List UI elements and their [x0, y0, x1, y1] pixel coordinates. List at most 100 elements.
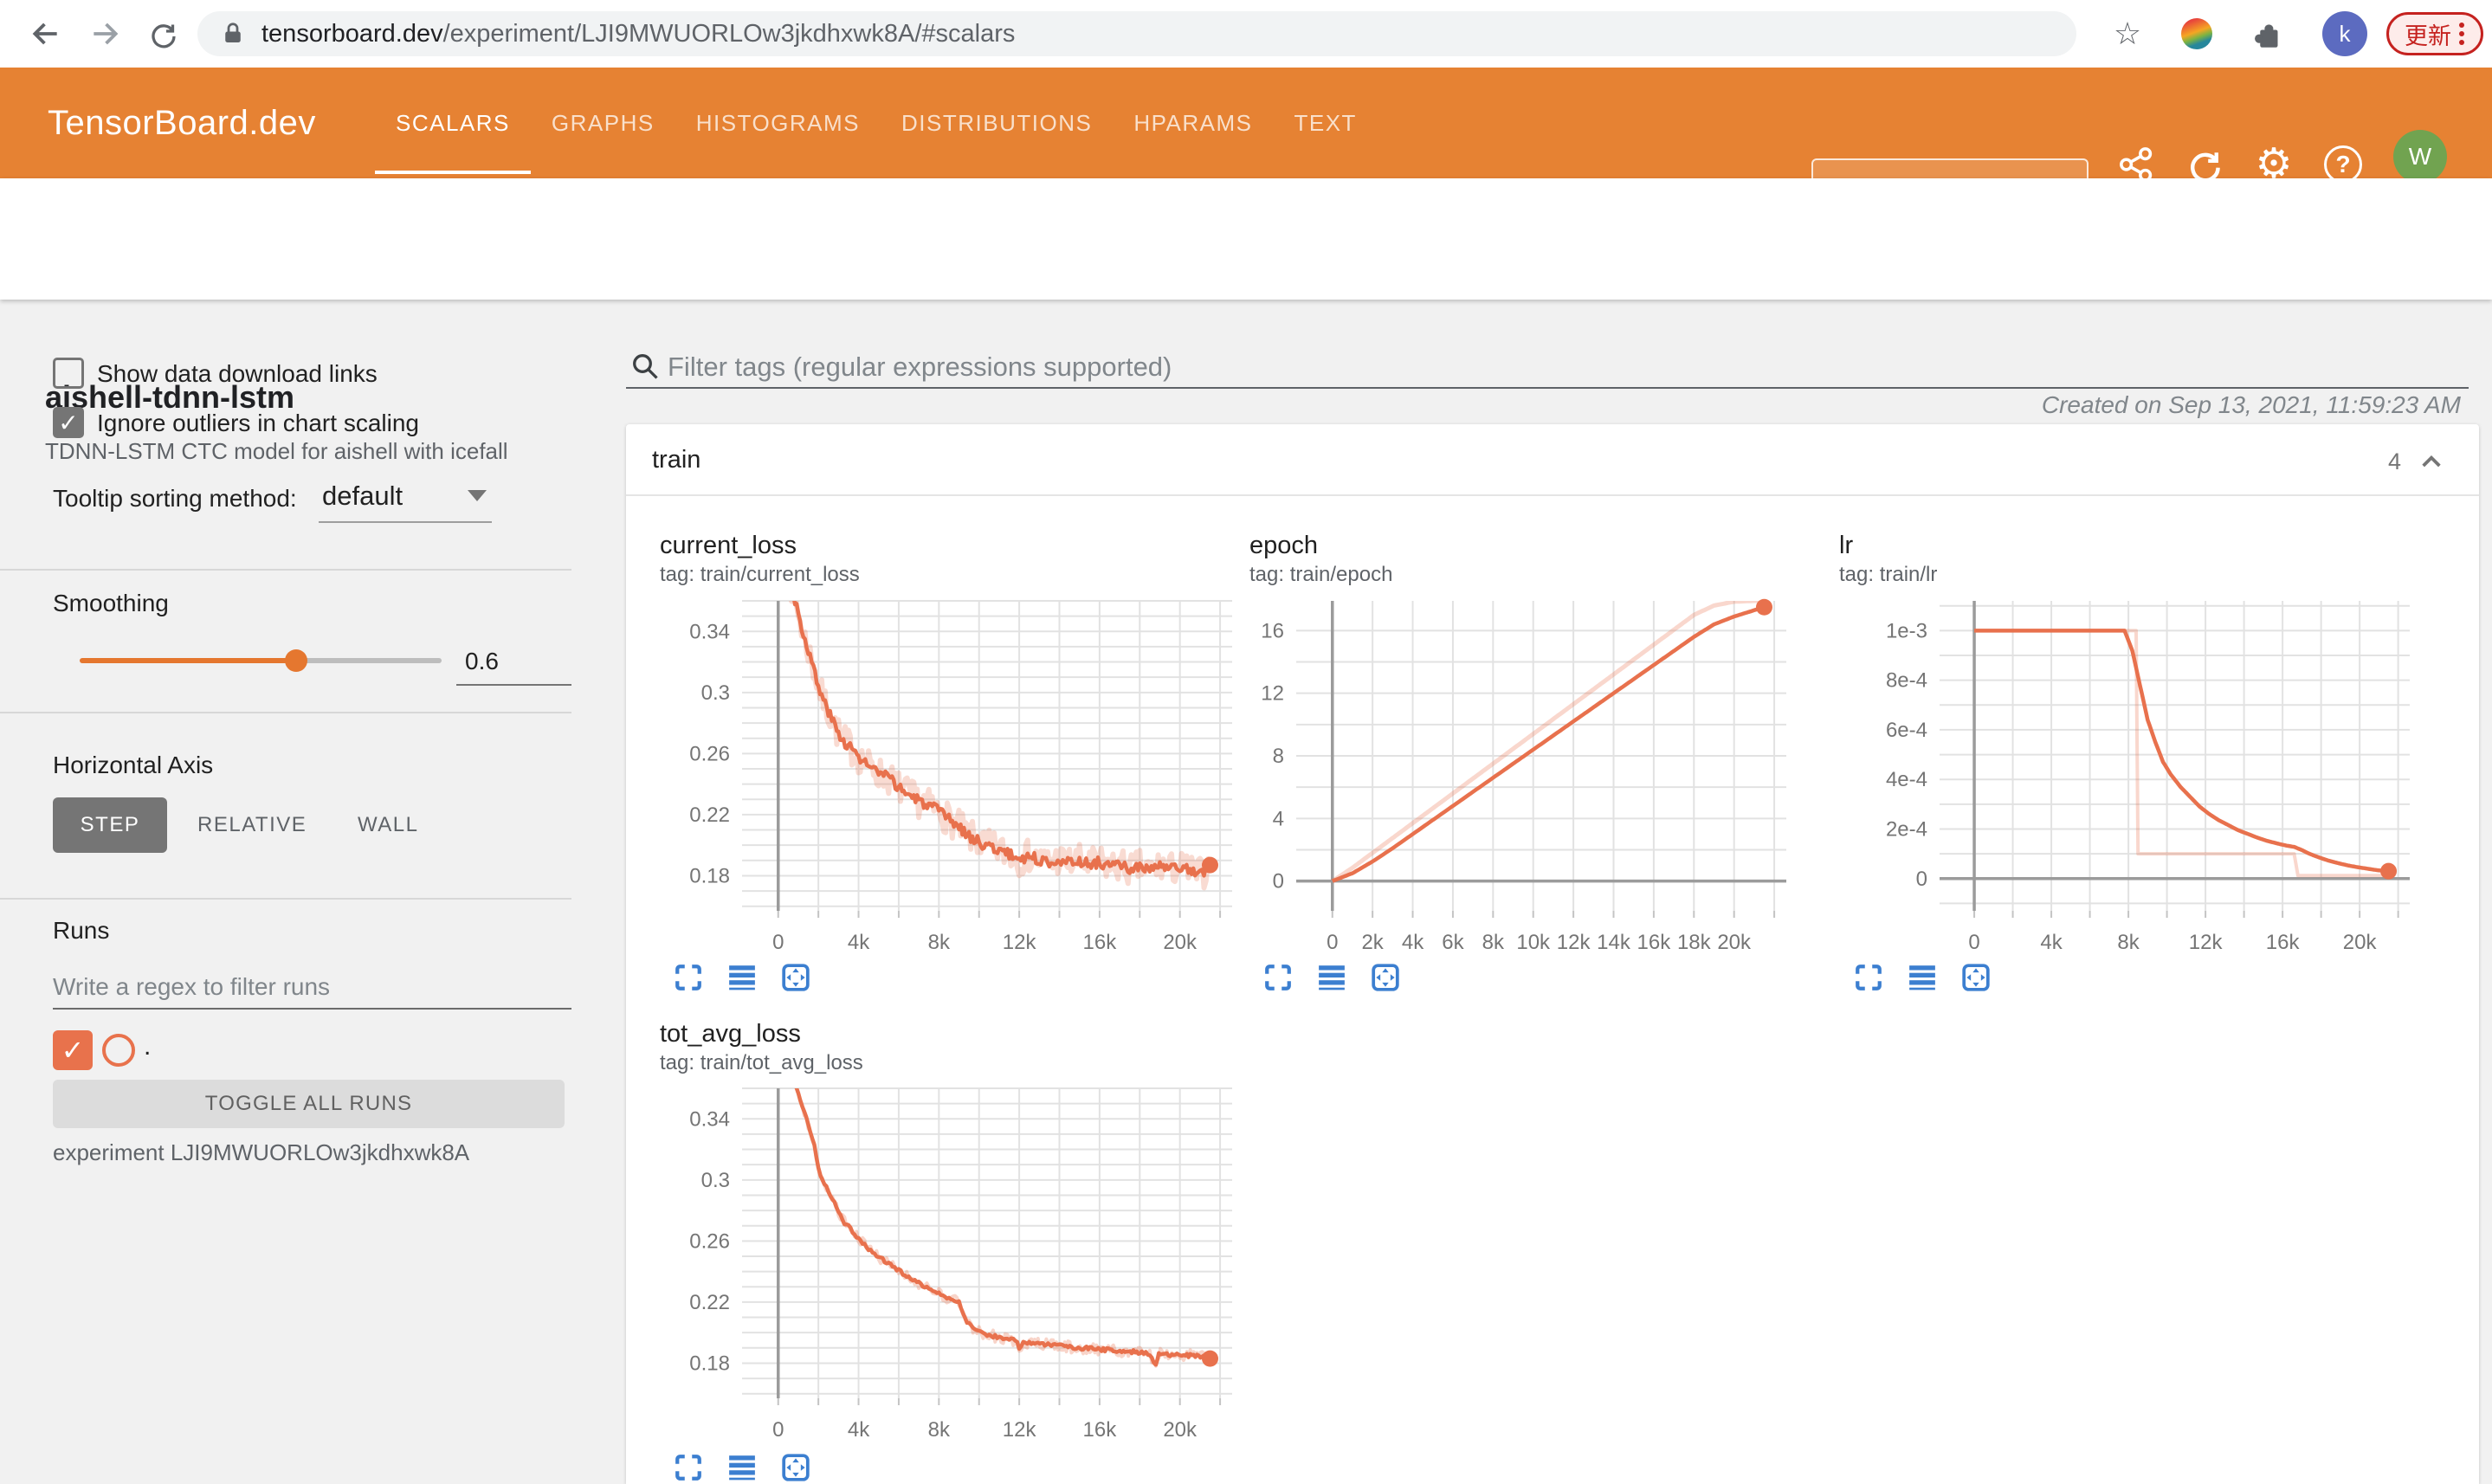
svg-text:0: 0: [1273, 870, 1284, 894]
extension-colorful-icon[interactable]: [2175, 12, 2218, 55]
svg-text:12k: 12k: [1557, 931, 1591, 954]
svg-text:20k: 20k: [1163, 1418, 1198, 1442]
tag-group-header[interactable]: [626, 424, 2479, 496]
fit-domain-icon[interactable]: [1961, 963, 1991, 992]
chart-toolbar: [674, 963, 810, 992]
tag-group-count: 4: [2388, 448, 2402, 474]
svg-text:0.3: 0.3: [701, 681, 730, 705]
runs-filter-underline: [53, 1008, 571, 1010]
tab-text[interactable]: TEXT: [1273, 68, 1377, 178]
axis-relative-button[interactable]: RELATIVE: [197, 797, 307, 853]
chart-title: tot_avg_loss: [660, 1020, 801, 1048]
expand-chart-icon[interactable]: [1854, 963, 1883, 992]
tab-graphs[interactable]: GRAPHS: [531, 68, 675, 178]
chart-epoch[interactable]: 0 4 8 12 16 0 2k 4k 6k 8k 10k 12k 14k 16k 18k 20k: [1210, 594, 1812, 959]
extensions-puzzle-icon[interactable]: [2244, 12, 2288, 55]
fit-domain-icon[interactable]: [781, 963, 810, 992]
bookmark-star-icon[interactable]: ☆: [2106, 12, 2149, 55]
data-lines-icon[interactable]: [727, 1453, 757, 1482]
smoothing-label: Smoothing: [53, 590, 169, 616]
kebab-menu-icon: [2459, 23, 2464, 45]
tooltip-sorting-label: Tooltip sorting method:: [53, 485, 297, 512]
svg-text:16k: 16k: [1083, 1418, 1118, 1442]
sidebar-divider: [0, 898, 571, 900]
expand-chart-icon[interactable]: [1263, 963, 1293, 992]
svg-text:10k: 10k: [1516, 931, 1551, 954]
smoothing-slider-track[interactable]: [295, 658, 442, 663]
expand-chart-icon[interactable]: [674, 1453, 703, 1482]
svg-text:2k: 2k: [1361, 931, 1384, 954]
smoothing-value-input[interactable]: 0.6: [465, 648, 499, 675]
svg-text:4k: 4k: [2040, 931, 2063, 954]
refresh-page-icon[interactable]: [142, 12, 185, 55]
axis-wall-button[interactable]: WALL: [358, 797, 418, 853]
runs-filter-input[interactable]: Write a regex to filter runs: [53, 973, 330, 1001]
svg-text:8k: 8k: [928, 931, 951, 954]
browser-update-menu[interactable]: 更新: [2386, 12, 2483, 55]
svg-text:8k: 8k: [2117, 931, 2140, 954]
svg-text:14k: 14k: [1597, 931, 1631, 954]
chevron-up-icon[interactable]: [2418, 448, 2445, 476]
tab-scalars[interactable]: SCALARS: [375, 68, 531, 178]
user-avatar[interactable]: W: [2393, 130, 2447, 184]
tab-hparams[interactable]: HPARAMS: [1113, 68, 1273, 178]
tag-group-name: train: [652, 446, 701, 474]
svg-text:0.18: 0.18: [689, 864, 730, 887]
filter-tags-underline: [626, 387, 2469, 389]
browser-profile-avatar[interactable]: k: [2322, 11, 2367, 56]
forward-icon[interactable]: [83, 12, 126, 55]
lock-icon: [225, 23, 241, 42]
filter-tags-input[interactable]: Filter tags (regular expressions support…: [668, 352, 1172, 383]
svg-text:0: 0: [1327, 931, 1338, 954]
svg-text:6e-4: 6e-4: [1886, 719, 1927, 742]
data-lines-icon[interactable]: [1317, 963, 1346, 992]
tooltip-sorting-select[interactable]: default: [322, 481, 403, 512]
fit-domain-icon[interactable]: [1371, 963, 1400, 992]
smoothing-slider-knob[interactable]: [285, 649, 307, 672]
svg-text:0.18: 0.18: [689, 1352, 730, 1375]
svg-text:16: 16: [1261, 619, 1284, 642]
svg-text:4: 4: [1273, 807, 1284, 830]
back-icon[interactable]: [24, 12, 68, 55]
svg-text:4e-4: 4e-4: [1886, 768, 1927, 791]
tab-distributions[interactable]: DISTRIBUTIONS: [881, 68, 1113, 178]
data-lines-icon[interactable]: [1908, 963, 1937, 992]
expand-chart-icon[interactable]: [674, 963, 703, 992]
fit-domain-icon[interactable]: [781, 1453, 810, 1482]
show-download-links-label: Show data download links: [97, 360, 378, 387]
app-header: TensorBoard.dev SCALARS GRAPHS HISTOGRAM…: [0, 68, 2492, 216]
chart-toolbar: [1854, 963, 1991, 992]
run-checkbox[interactable]: ✓: [53, 1030, 93, 1070]
chart-title: lr: [1839, 532, 1854, 559]
data-lines-icon[interactable]: [727, 963, 757, 992]
chart-lr[interactable]: 0 2e-4 4e-4 6e-4 8e-4 1e-3 0 4k 8k 12k 16k 20k: [1853, 594, 2436, 959]
svg-text:20k: 20k: [1163, 931, 1198, 954]
toggle-all-runs-button[interactable]: TOGGLE ALL RUNS: [53, 1080, 565, 1128]
svg-text:0.22: 0.22: [689, 1291, 730, 1314]
svg-text:16k: 16k: [1637, 931, 1672, 954]
svg-text:20k: 20k: [2343, 931, 2378, 954]
address-bar[interactable]: tensorboard.dev/experiment/LJI9MWUORLOw3…: [197, 11, 2076, 56]
runs-label: Runs: [53, 917, 110, 944]
chart-tot-avg-loss[interactable]: 0.18 0.22 0.26 0.3 0.34 0 4k 8k 12k 16k 20k: [655, 1081, 1258, 1447]
svg-text:0: 0: [772, 931, 784, 954]
svg-text:12k: 12k: [2189, 931, 2224, 954]
smoothing-slider-track-filled[interactable]: [80, 658, 295, 663]
smoothing-value-underline: [456, 684, 571, 686]
tab-histograms[interactable]: HISTOGRAMS: [675, 68, 881, 178]
svg-text:0.34: 0.34: [689, 620, 730, 643]
chart-title: epoch: [1249, 532, 1319, 559]
svg-text:8e-4: 8e-4: [1886, 669, 1927, 693]
run-color-swatch[interactable]: [102, 1034, 135, 1067]
chart-current-loss[interactable]: 0.18 0.22 0.26 0.3 0.34 0 4k 8k 12k 16k 20k: [655, 594, 1258, 959]
nav-tabs: SCALARS GRAPHS HISTOGRAMS DISTRIBUTIONS …: [375, 68, 1378, 178]
app-logo[interactable]: TensorBoard.dev: [48, 68, 316, 178]
svg-text:4k: 4k: [1402, 931, 1424, 954]
svg-text:8: 8: [1273, 745, 1284, 768]
svg-text:18k: 18k: [1677, 931, 1712, 954]
chart-tag: tag: train/tot_avg_loss: [660, 1051, 863, 1074]
axis-step-button[interactable]: STEP: [53, 797, 167, 853]
ignore-outliers-checkbox[interactable]: ✓: [53, 407, 84, 438]
show-download-links-checkbox[interactable]: [53, 358, 84, 389]
svg-text:0.26: 0.26: [689, 742, 730, 765]
